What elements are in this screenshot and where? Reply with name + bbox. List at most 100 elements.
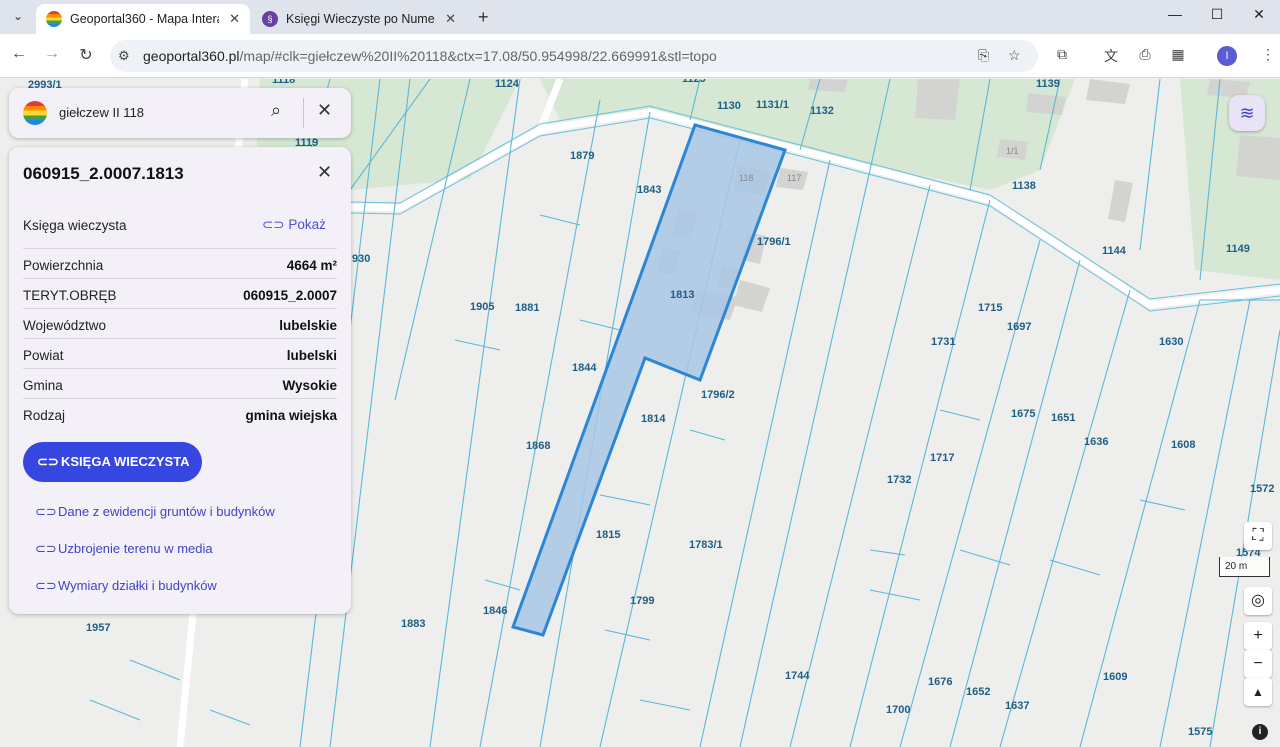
parcel-label: 1609 xyxy=(1103,671,1127,683)
print-icon[interactable]: ⎙ xyxy=(1133,46,1157,63)
clear-search-icon[interactable]: ✕ xyxy=(317,100,332,121)
tab-geoportal[interactable]: Geoportal360 - Mapa Interakty ✕ xyxy=(36,4,250,34)
parcel-label: 1149 xyxy=(1226,243,1250,255)
link-label: Wymiary działki i budynków xyxy=(58,578,217,593)
install-app-icon[interactable]: ⎘ xyxy=(978,47,989,64)
parcel-label: 1744 xyxy=(785,670,810,682)
row-teryt: TERYT.OBRĘB 060915_2.0007 xyxy=(23,278,337,308)
parcel-info-panel: 060915_2.0007.1813 ✕ Księga wieczysta ⊂⊃… xyxy=(9,147,351,614)
ksiega-wieczysta-button[interactable]: ⊂⊃ KSIĘGA WIECZYSTA xyxy=(23,442,202,482)
parcel-label: 1815 xyxy=(596,529,620,541)
parcel-label: 1697 xyxy=(1007,321,1031,333)
bookmark-star-icon[interactable]: ☆ xyxy=(1008,47,1021,64)
parcel-label: 1813 xyxy=(670,289,694,301)
close-tab-icon[interactable]: ✕ xyxy=(445,11,456,27)
parcel-label: 1732 xyxy=(887,474,911,486)
info-icon[interactable]: i xyxy=(1252,724,1268,740)
parcel-label: 1651 xyxy=(1051,412,1075,424)
show-kw-link[interactable]: ⊂⊃ Pokaż xyxy=(262,217,326,233)
reload-icon[interactable]: ↻ xyxy=(75,45,97,65)
minimize-icon[interactable]: — xyxy=(1155,6,1195,22)
parcel-label: 1731 xyxy=(931,336,955,348)
forward-icon[interactable]: → xyxy=(41,45,63,63)
close-panel-icon[interactable]: ✕ xyxy=(317,162,332,183)
qr-code-icon[interactable]: ▦ xyxy=(1166,46,1190,63)
row-value: gmina wiejska xyxy=(245,408,337,423)
divider xyxy=(303,98,304,128)
row-key: Powiat xyxy=(23,348,64,363)
parcel-label: 1139 xyxy=(1036,79,1060,90)
parcel-label: 1796/2 xyxy=(701,389,735,401)
parcel-label: 1846 xyxy=(483,605,507,617)
search-input[interactable]: giełczew II 118 xyxy=(59,105,144,120)
parcel-label: 1868 xyxy=(526,440,550,452)
parcel-label: 1636 xyxy=(1084,436,1108,448)
profile-avatar[interactable]: I xyxy=(1217,46,1237,66)
extensions-icon[interactable]: ⧉ xyxy=(1050,46,1074,63)
row-voivodeship: Województwo lubelskie xyxy=(23,308,337,338)
site-info-icon[interactable]: ⚙ xyxy=(118,48,130,64)
ksiegi-favicon-icon: § xyxy=(262,11,278,27)
tab-search-button[interactable]: ⌄ xyxy=(6,5,30,27)
search-icon[interactable]: ⌕ xyxy=(271,100,281,121)
kw-label: Księga wieczysta xyxy=(23,218,127,233)
menu-kebab-icon[interactable]: ⋮ xyxy=(1256,46,1280,63)
parcel-id-title: 060915_2.0007.1813 xyxy=(23,164,184,183)
geoportal-logo-icon[interactable] xyxy=(23,101,47,125)
locate-icon[interactable]: ◎ xyxy=(1244,587,1272,615)
parcel-label: 1717 xyxy=(930,452,954,464)
parcel-label: 1630 xyxy=(1159,336,1183,348)
tab-ksiegi[interactable]: § Księgi Wieczyste po Numerze D ✕ xyxy=(252,4,466,34)
link-icon: ⊂⊃ xyxy=(35,578,57,593)
parcel-label: 1883 xyxy=(401,618,425,630)
parcel-label: 1783/1 xyxy=(689,539,723,551)
back-icon[interactable]: ← xyxy=(8,45,30,63)
row-key: TERYT.OBRĘB xyxy=(23,288,117,303)
selected-parcel-1813[interactable] xyxy=(511,123,787,637)
link-label: Dane z ewidencji gruntów i budynków xyxy=(58,504,275,519)
parcel-label: 1124 xyxy=(495,79,520,90)
address-bar[interactable]: ⚙ geoportal360.pl/map/#clk=giełczew%20II… xyxy=(110,40,1038,72)
fullscreen-icon[interactable]: ⛶ xyxy=(1244,522,1272,550)
parcel-label: 1700 xyxy=(886,704,910,716)
tab-bar: ⌄ Geoportal360 - Mapa Interakty ✕ § Księ… xyxy=(0,0,1280,34)
building-label: 117 xyxy=(787,173,801,183)
row-area: Powierzchnia 4664 m² xyxy=(23,248,337,278)
button-label: KSIĘGA WIECZYSTA xyxy=(61,454,190,469)
parcel-label: 1131/1 xyxy=(756,99,789,111)
parcel-label: 1118 xyxy=(272,79,295,86)
parcel-label: 1881 xyxy=(515,302,539,314)
zoom-out-button[interactable]: − xyxy=(1244,650,1272,678)
parcel-label: 1799 xyxy=(630,595,654,607)
compass-icon[interactable]: ▲ xyxy=(1244,678,1272,706)
parcel-label: 1676 xyxy=(928,676,952,688)
url-text[interactable]: geoportal360.pl/map/#clk=giełczew%20II%2… xyxy=(143,48,717,64)
row-value: lubelskie xyxy=(279,318,337,333)
zoom-in-button[interactable]: + xyxy=(1244,622,1272,650)
new-tab-button[interactable]: + xyxy=(478,7,489,28)
parcel-label: 1129 xyxy=(682,79,706,85)
close-tab-icon[interactable]: ✕ xyxy=(229,11,240,27)
parcel-label: 1879 xyxy=(570,150,594,162)
parcel-label: 1796/1 xyxy=(757,236,791,248)
maximize-icon[interactable]: ☐ xyxy=(1197,6,1237,23)
row-value: 4664 m² xyxy=(286,258,337,273)
close-window-icon[interactable]: ✕ xyxy=(1239,6,1279,23)
parcel-label: 1675 xyxy=(1011,408,1035,420)
parcel-label: 1572 xyxy=(1250,483,1274,495)
row-commune: Gmina Wysokie xyxy=(23,368,337,398)
browser-toolbar: ← → ↻ ⚙ geoportal360.pl/map/#clk=giełcze… xyxy=(0,34,1280,78)
layers-icon[interactable]: ≋ xyxy=(1229,95,1265,131)
link-icon: ⊂⊃ xyxy=(262,217,285,232)
parcel-label: 1814 xyxy=(641,413,666,425)
row-value: lubelski xyxy=(286,348,337,363)
parcel-label: 1144 xyxy=(1102,245,1127,257)
building-label: 1/1 xyxy=(1006,146,1019,156)
parcel-label: 1843 xyxy=(637,184,661,196)
parcel-label: 1132 xyxy=(810,105,834,117)
tab-title: Księgi Wieczyste po Numerze D xyxy=(286,12,435,26)
row-key: Rodzaj xyxy=(23,408,66,423)
row-type: Rodzaj gmina wiejska xyxy=(23,398,337,428)
geoportal-favicon-icon xyxy=(46,11,62,27)
translate-icon[interactable]: 文 xyxy=(1099,46,1123,66)
